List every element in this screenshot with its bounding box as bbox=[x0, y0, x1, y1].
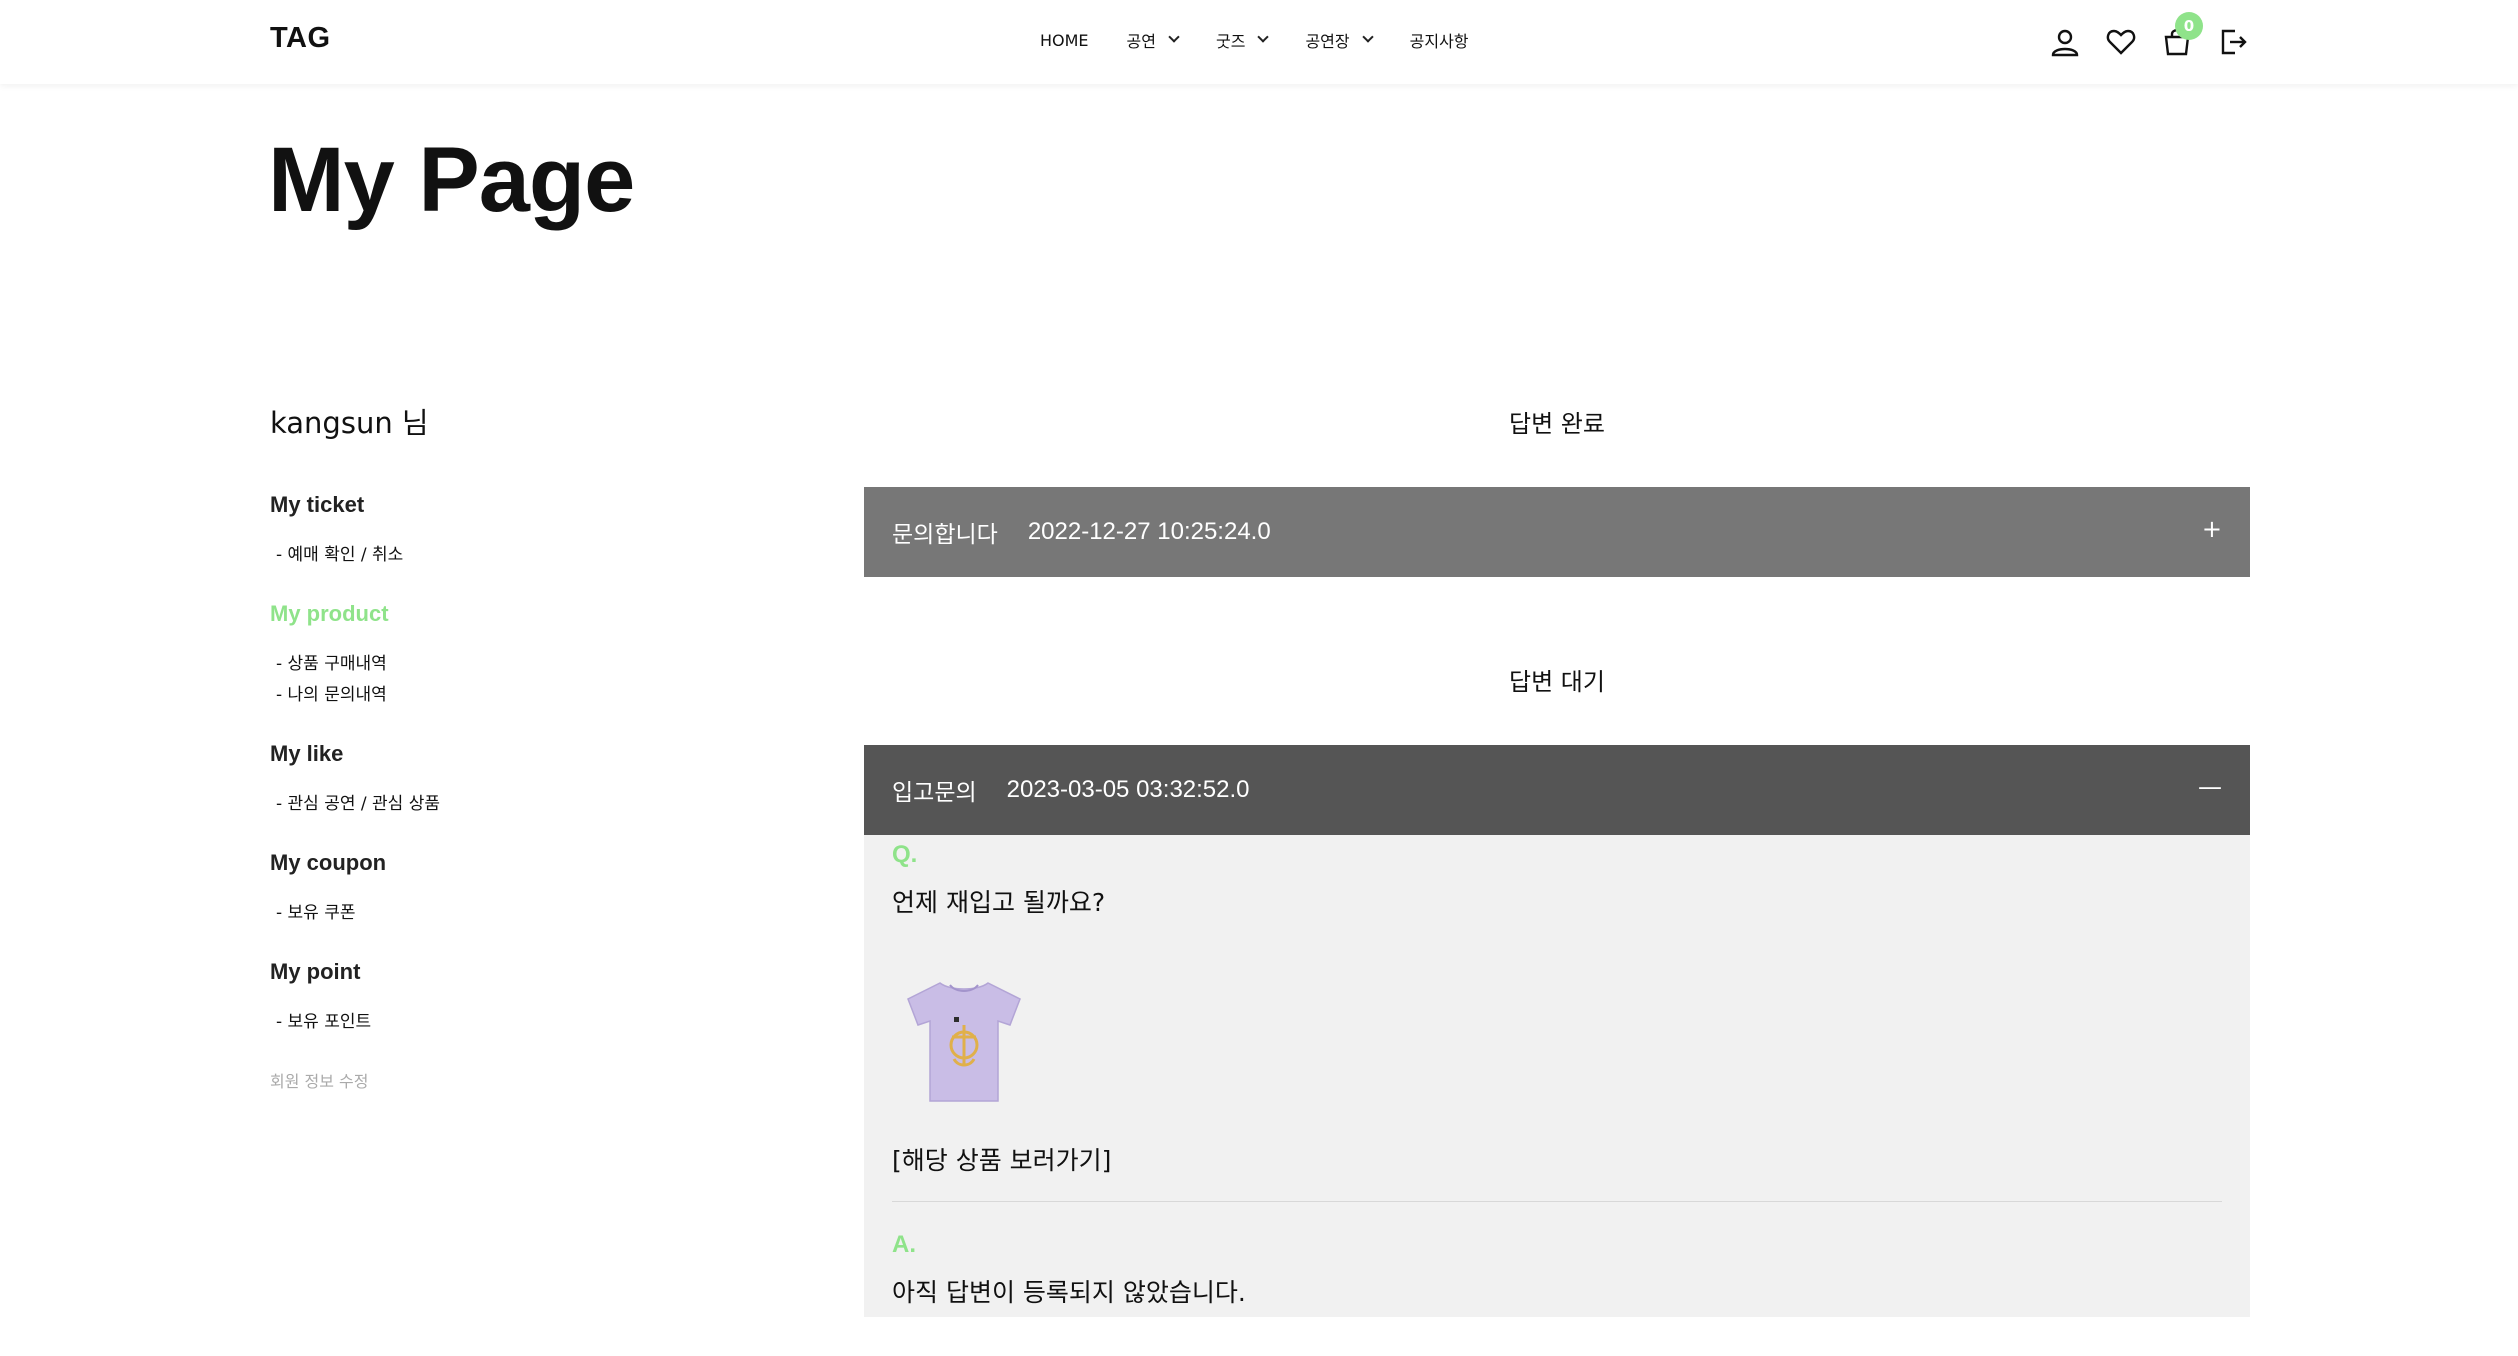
product-thumbnail[interactable] bbox=[894, 973, 1034, 1113]
heart-icon[interactable] bbox=[2101, 22, 2141, 62]
menu-group-ticket: My ticket - 예매 확인 / 취소 bbox=[270, 492, 650, 571]
menu-head-my-coupon[interactable]: My coupon bbox=[270, 850, 650, 876]
menu-item-liked[interactable]: - 관심 공연 / 관심 상품 bbox=[270, 789, 650, 820]
username: kangsun 님 bbox=[270, 406, 429, 440]
header-icons: 0 bbox=[2045, 12, 2269, 62]
top-header: TAG HOME 공연 굿즈 공연장 공지사항 0 bbox=[0, 0, 2518, 84]
chevron-down-icon bbox=[1361, 31, 1374, 43]
menu-group-product: My product - 상품 구매내역 - 나의 문의내역 bbox=[270, 601, 650, 711]
collapse-icon[interactable]: — bbox=[2198, 773, 2222, 801]
answer-text: 아직 답변이 등록되지 않았습니다. bbox=[892, 1278, 1246, 1307]
menu-head-my-ticket[interactable]: My ticket bbox=[270, 492, 650, 518]
answer-label: A. bbox=[892, 1231, 916, 1258]
menu-group-point: My point - 보유 포인트 bbox=[270, 959, 650, 1038]
pending-section-label: 답변 대기 bbox=[1509, 668, 1605, 696]
inquiry-date: 2022-12-27 10:25:24.0 bbox=[1027, 518, 1271, 545]
nav-goods-label: 굿즈 bbox=[1216, 32, 1246, 51]
question-text: 언제 재입고 될까요? bbox=[892, 888, 1106, 917]
menu-item-points[interactable]: - 보유 포인트 bbox=[270, 1007, 650, 1038]
user-icon[interactable] bbox=[2045, 22, 2085, 62]
qa-divider bbox=[892, 1201, 2222, 1202]
nav-goods[interactable]: 굿즈 bbox=[1216, 28, 1270, 52]
menu-head-my-product[interactable]: My product bbox=[270, 601, 650, 627]
mypage-sidebar: kangsun 님 My ticket - 예매 확인 / 취소 My prod… bbox=[270, 400, 650, 1092]
inquiry-detail-panel: Q. 언제 재입고 될까요? [해당 상품 보러가기] A. 아직 답변이 등록… bbox=[864, 835, 2250, 1317]
nav-home[interactable]: HOME bbox=[1040, 31, 1089, 50]
edit-profile-link[interactable]: 회원 정보 수정 bbox=[270, 1068, 650, 1092]
nav-notice-label: 공지사항 bbox=[1409, 32, 1469, 51]
answered-section-label: 답변 완료 bbox=[1509, 410, 1605, 438]
nav-venue-label: 공연장 bbox=[1305, 32, 1350, 51]
nav-performance[interactable]: 공연 bbox=[1126, 28, 1180, 52]
nav-performance-label: 공연 bbox=[1126, 32, 1156, 51]
page-title: My Page bbox=[268, 129, 635, 231]
nav-home-label: HOME bbox=[1040, 30, 1089, 50]
view-product-link[interactable]: [해당 상품 보러가기] bbox=[892, 1141, 1111, 1177]
main-nav: HOME 공연 굿즈 공연장 공지사항 bbox=[1040, 28, 1507, 52]
menu-item-my-inquiries[interactable]: - 나의 문의내역 bbox=[270, 680, 650, 711]
nav-notice[interactable]: 공지사항 bbox=[1410, 28, 1469, 52]
menu-item-coupons[interactable]: - 보유 쿠폰 bbox=[270, 898, 650, 929]
inquiry-title: 문의합니다 bbox=[892, 522, 998, 548]
menu-group-like: My like - 관심 공연 / 관심 상품 bbox=[270, 741, 650, 820]
inquiry-date: 2023-03-05 03:32:52.0 bbox=[1006, 776, 1250, 803]
cart-count-badge: 0 bbox=[2175, 12, 2203, 40]
menu-item-purchase-history[interactable]: - 상품 구매내역 bbox=[270, 649, 650, 680]
menu-head-my-point[interactable]: My point bbox=[270, 959, 650, 985]
inquiry-title: 입고문의 bbox=[892, 780, 977, 806]
inquiry-row-pending[interactable]: 입고문의 2023-03-05 03:32:52.0 — bbox=[864, 745, 2250, 835]
logout-icon[interactable] bbox=[2213, 22, 2253, 62]
menu-group-coupon: My coupon - 보유 쿠폰 bbox=[270, 850, 650, 929]
chevron-down-icon bbox=[1168, 31, 1180, 43]
question-label: Q. bbox=[892, 841, 918, 868]
menu-head-my-like[interactable]: My like bbox=[270, 741, 650, 767]
expand-icon[interactable]: + bbox=[2202, 515, 2222, 543]
chevron-down-icon bbox=[1257, 31, 1270, 43]
cart-icon[interactable]: 0 bbox=[2157, 12, 2203, 62]
menu-item-reservation-cancel[interactable]: - 예매 확인 / 취소 bbox=[270, 540, 650, 571]
inquiry-row-answered[interactable]: 문의합니다 2022-12-27 10:25:24.0 + bbox=[864, 487, 2250, 577]
nav-venue[interactable]: 공연장 bbox=[1305, 28, 1374, 52]
site-logo[interactable]: TAG bbox=[270, 22, 331, 55]
